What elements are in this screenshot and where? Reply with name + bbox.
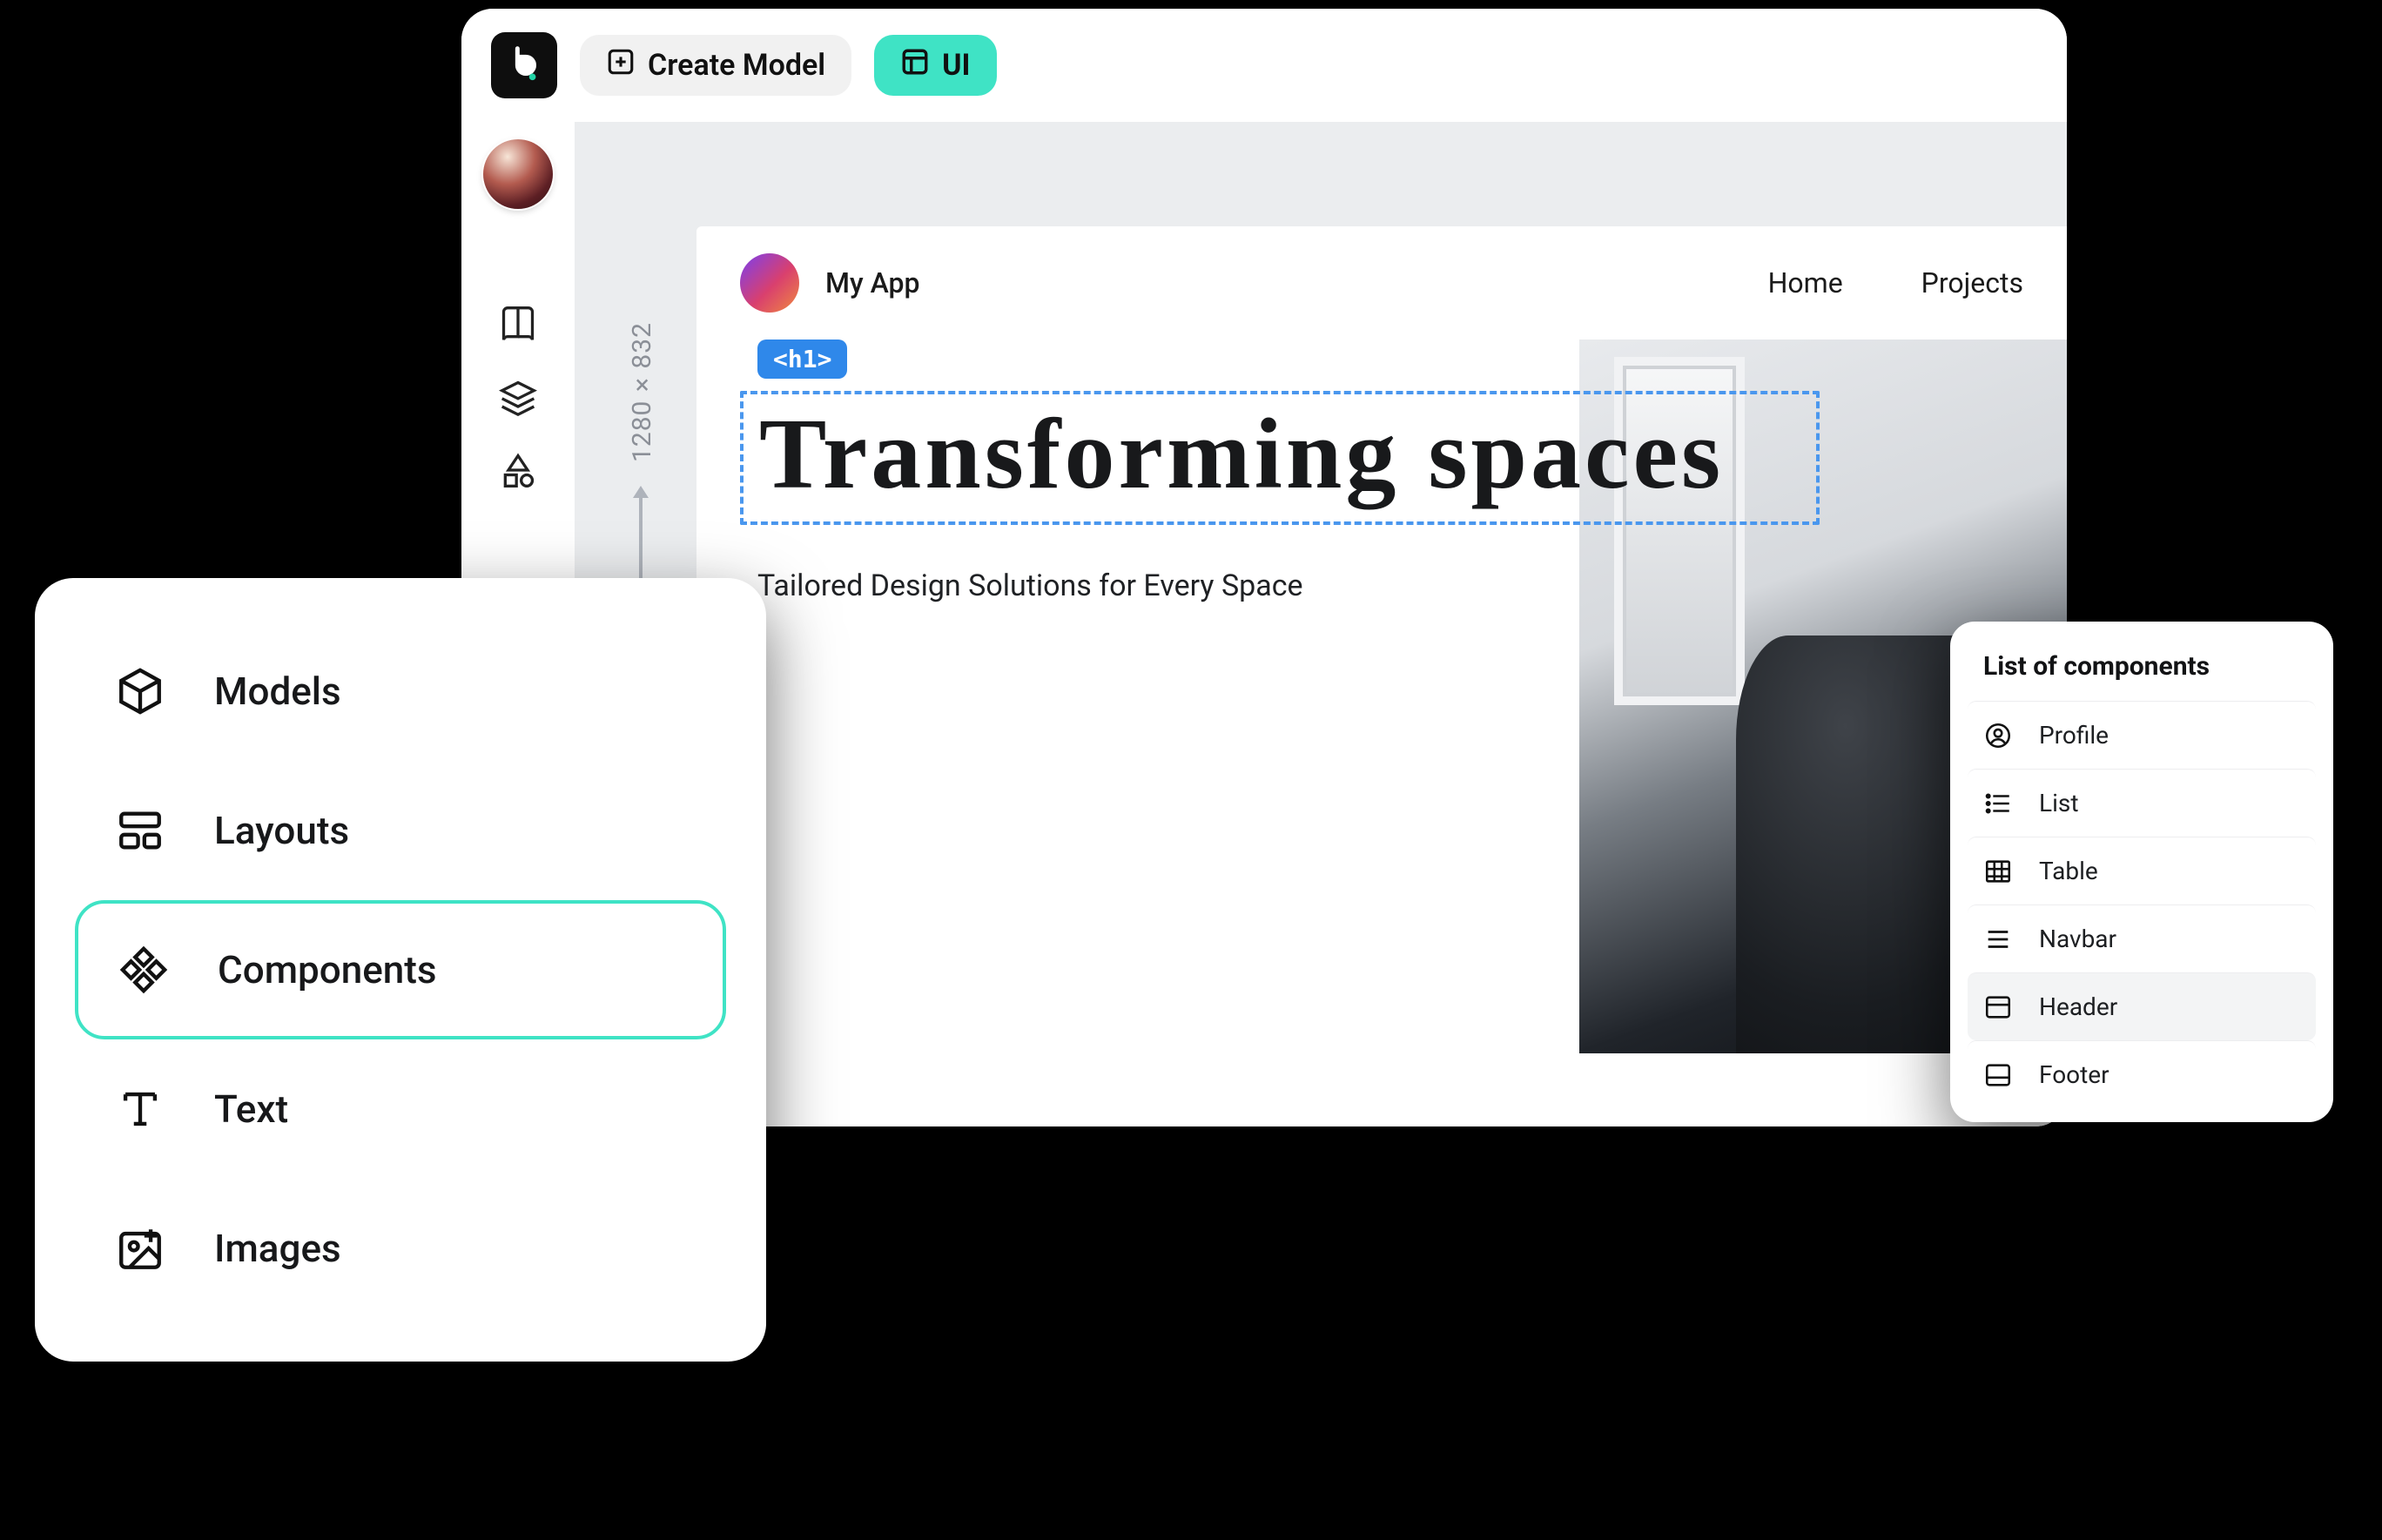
component-row-profile[interactable]: Profile: [1968, 701, 2316, 769]
nav-link-projects[interactable]: Projects: [1921, 266, 2023, 299]
component-row-footer[interactable]: Footer: [1968, 1040, 2316, 1108]
nav-link-home[interactable]: Home: [1768, 266, 1843, 299]
bolt-logo-icon: [504, 44, 544, 87]
person-circle-icon: [1983, 721, 2013, 750]
footer-icon: [1983, 1060, 2013, 1090]
component-row-label: Footer: [2039, 1060, 2109, 1089]
insert-item-text[interactable]: Text: [75, 1039, 726, 1179]
component-row-label: Profile: [2039, 721, 2109, 750]
page-subheadline[interactable]: Tailored Design Solutions for Every Spac…: [757, 568, 2023, 603]
plus-square-icon: [606, 47, 636, 84]
insert-item-components[interactable]: Components: [75, 900, 726, 1039]
shapes-icon[interactable]: [499, 451, 537, 489]
create-model-button[interactable]: Create Model: [580, 35, 851, 96]
hero-section: <h1> Transforming spaces Tailored Design…: [696, 340, 2067, 603]
ui-label: UI: [942, 48, 970, 83]
canvas-dimensions: 1280×832: [627, 322, 657, 462]
brand-name: My App: [825, 266, 920, 299]
component-row-label: List: [2039, 789, 2079, 817]
component-row-label: Table: [2039, 857, 2098, 885]
insert-item-images[interactable]: Images: [75, 1179, 726, 1318]
layout-grid-icon: [115, 805, 165, 856]
component-row-header[interactable]: Header: [1968, 972, 2316, 1040]
component-row-list[interactable]: List: [1968, 769, 2316, 837]
selection-box[interactable]: Transforming spaces: [740, 391, 1820, 525]
component-row-navbar[interactable]: Navbar: [1968, 904, 2316, 972]
menu-icon: [1983, 925, 2013, 954]
insert-panel: Models Layouts Components Text Images: [35, 578, 766, 1362]
insert-item-label: Images: [214, 1226, 341, 1271]
app-topbar: Create Model UI: [461, 9, 2067, 122]
components-list-panel: List of components Profile List Table Na…: [1950, 622, 2333, 1122]
cube-icon: [115, 666, 165, 716]
insert-item-label: Components: [218, 947, 437, 992]
book-icon[interactable]: [499, 305, 537, 343]
selected-element-tag[interactable]: <h1>: [757, 340, 847, 379]
insert-item-label: Layouts: [214, 808, 349, 853]
create-model-label: Create Model: [648, 48, 825, 83]
brand-logo[interactable]: [740, 253, 799, 313]
insert-item-models[interactable]: Models: [75, 622, 726, 761]
insert-item-layouts[interactable]: Layouts: [75, 761, 726, 900]
page-preview: My App Home Projects <h1> Transforming s…: [696, 226, 2067, 1126]
header-icon: [1983, 992, 2013, 1022]
insert-item-label: Models: [214, 669, 341, 714]
canvas-area[interactable]: 1280×832 My App Home Projects <h1> Trans…: [575, 122, 2067, 1126]
image-plus-icon: [115, 1223, 165, 1274]
table-icon: [1983, 857, 2013, 886]
app-logo[interactable]: [491, 32, 557, 98]
layout-icon: [900, 47, 930, 84]
ui-button[interactable]: UI: [874, 35, 996, 96]
component-row-table[interactable]: Table: [1968, 837, 2316, 904]
page-headline[interactable]: Transforming spaces: [759, 403, 1800, 506]
page-nav: My App Home Projects: [696, 226, 2067, 340]
component-row-label: Header: [2039, 992, 2117, 1021]
layers-icon[interactable]: [499, 378, 537, 416]
list-icon: [1983, 789, 2013, 818]
component-row-label: Navbar: [2039, 925, 2116, 953]
components-list-title: List of components: [1968, 646, 2316, 701]
avatar[interactable]: [483, 139, 553, 209]
insert-item-label: Text: [214, 1086, 288, 1132]
text-icon: [115, 1084, 165, 1134]
components-icon: [118, 945, 169, 995]
